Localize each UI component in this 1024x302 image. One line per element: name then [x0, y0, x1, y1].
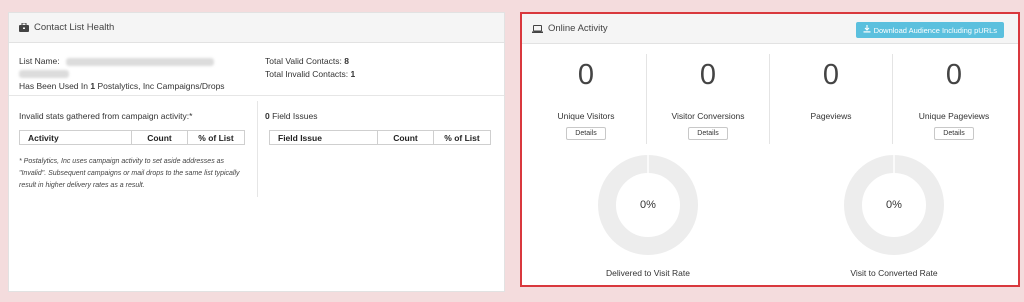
visit-to-converted-label: Visit to Converted Rate: [850, 268, 938, 278]
contact-list-health-header: Contact List Health: [9, 13, 504, 43]
col-percent: % of List: [433, 130, 491, 145]
contact-totals: Total Valid Contacts: 8 Total Invalid Co…: [265, 55, 355, 80]
contact-list-health-title: Contact List Health: [34, 22, 115, 33]
activity-table-header: Activity Count % of List: [19, 130, 245, 145]
field-issue-table-header: Field Issue Count % of List: [269, 130, 491, 145]
visitor-conversions-details-button[interactable]: Details: [688, 127, 728, 140]
unique-pageviews-details-button[interactable]: Details: [934, 127, 974, 140]
field-issues-heading: 0 Field Issues: [265, 110, 317, 123]
col-count: Count: [131, 130, 188, 145]
delivered-to-visit-percent: 0%: [640, 199, 656, 211]
divider: [9, 95, 504, 96]
stat-value: 0: [945, 59, 963, 91]
stat-value: 0: [699, 59, 717, 91]
download-audience-label: Download Audience Including pURLs: [873, 25, 997, 35]
contact-list-health-panel: Contact List Health List Name: Has Been …: [8, 12, 505, 292]
used-in-line: Has Been Used In 1 Postalytics, Inc Camp…: [19, 81, 225, 91]
stat-label: Unique Visitors: [557, 111, 615, 121]
stat-unique-pageviews: 0 Unique Pageviews Details: [893, 54, 1015, 149]
list-name-redacted-2: [19, 70, 69, 79]
column-divider: [257, 101, 258, 197]
visit-to-converted-donut: 0%: [844, 155, 944, 255]
list-info: List Name: Has Been Used In 1 Postalytic…: [19, 55, 254, 93]
activity-table: Activity Count % of List: [19, 130, 245, 145]
online-activity-panel: Online Activity Download Audience Includ…: [520, 12, 1020, 287]
stat-label: Pageviews: [810, 111, 852, 121]
visit-to-converted-percent: 0%: [886, 199, 902, 211]
stat-unique-visitors: 0 Unique Visitors Details: [525, 54, 647, 149]
stat-value: 0: [822, 59, 840, 91]
list-name-label: List Name:: [19, 56, 60, 66]
col-percent: % of List: [187, 130, 245, 145]
stat-pageviews: 0 Pageviews: [770, 54, 892, 149]
field-issue-table: Field Issue Count % of List: [269, 130, 491, 145]
laptop-icon: [532, 24, 543, 33]
col-count: Count: [377, 130, 434, 145]
download-icon: [863, 25, 871, 35]
invalid-stats-heading: Invalid stats gathered from campaign act…: [19, 111, 193, 121]
total-valid-label: Total Valid Contacts:: [265, 56, 342, 66]
delivered-to-visit-label: Delivered to Visit Rate: [606, 268, 690, 278]
total-invalid-label: Total Invalid Contacts:: [265, 68, 349, 79]
stat-label: Unique Pageviews: [918, 111, 990, 121]
download-audience-button[interactable]: Download Audience Including pURLs: [855, 22, 1004, 38]
col-field-issue: Field Issue: [269, 130, 378, 145]
campaign-footnote: * Postalytics, Inc uses campaign activit…: [19, 158, 240, 189]
delivered-to-visit-donut: 0%: [598, 155, 698, 255]
stat-value: 0: [577, 59, 595, 91]
total-valid-value: 8: [344, 56, 349, 66]
list-name-redacted: [66, 57, 214, 66]
field-issues-count: 0: [265, 111, 270, 121]
online-activity-title: Online Activity: [548, 23, 608, 34]
used-in-count: 1: [90, 81, 96, 91]
col-activity: Activity: [19, 130, 132, 145]
field-issues-label: Field Issues: [272, 111, 318, 121]
stat-visitor-conversions: 0 Visitor Conversions Details: [647, 54, 769, 149]
stat-label: Visitor Conversions: [671, 111, 745, 121]
total-invalid-value: 1: [350, 68, 356, 79]
briefcase-icon: [19, 23, 29, 32]
unique-visitors-details-button[interactable]: Details: [566, 127, 606, 140]
